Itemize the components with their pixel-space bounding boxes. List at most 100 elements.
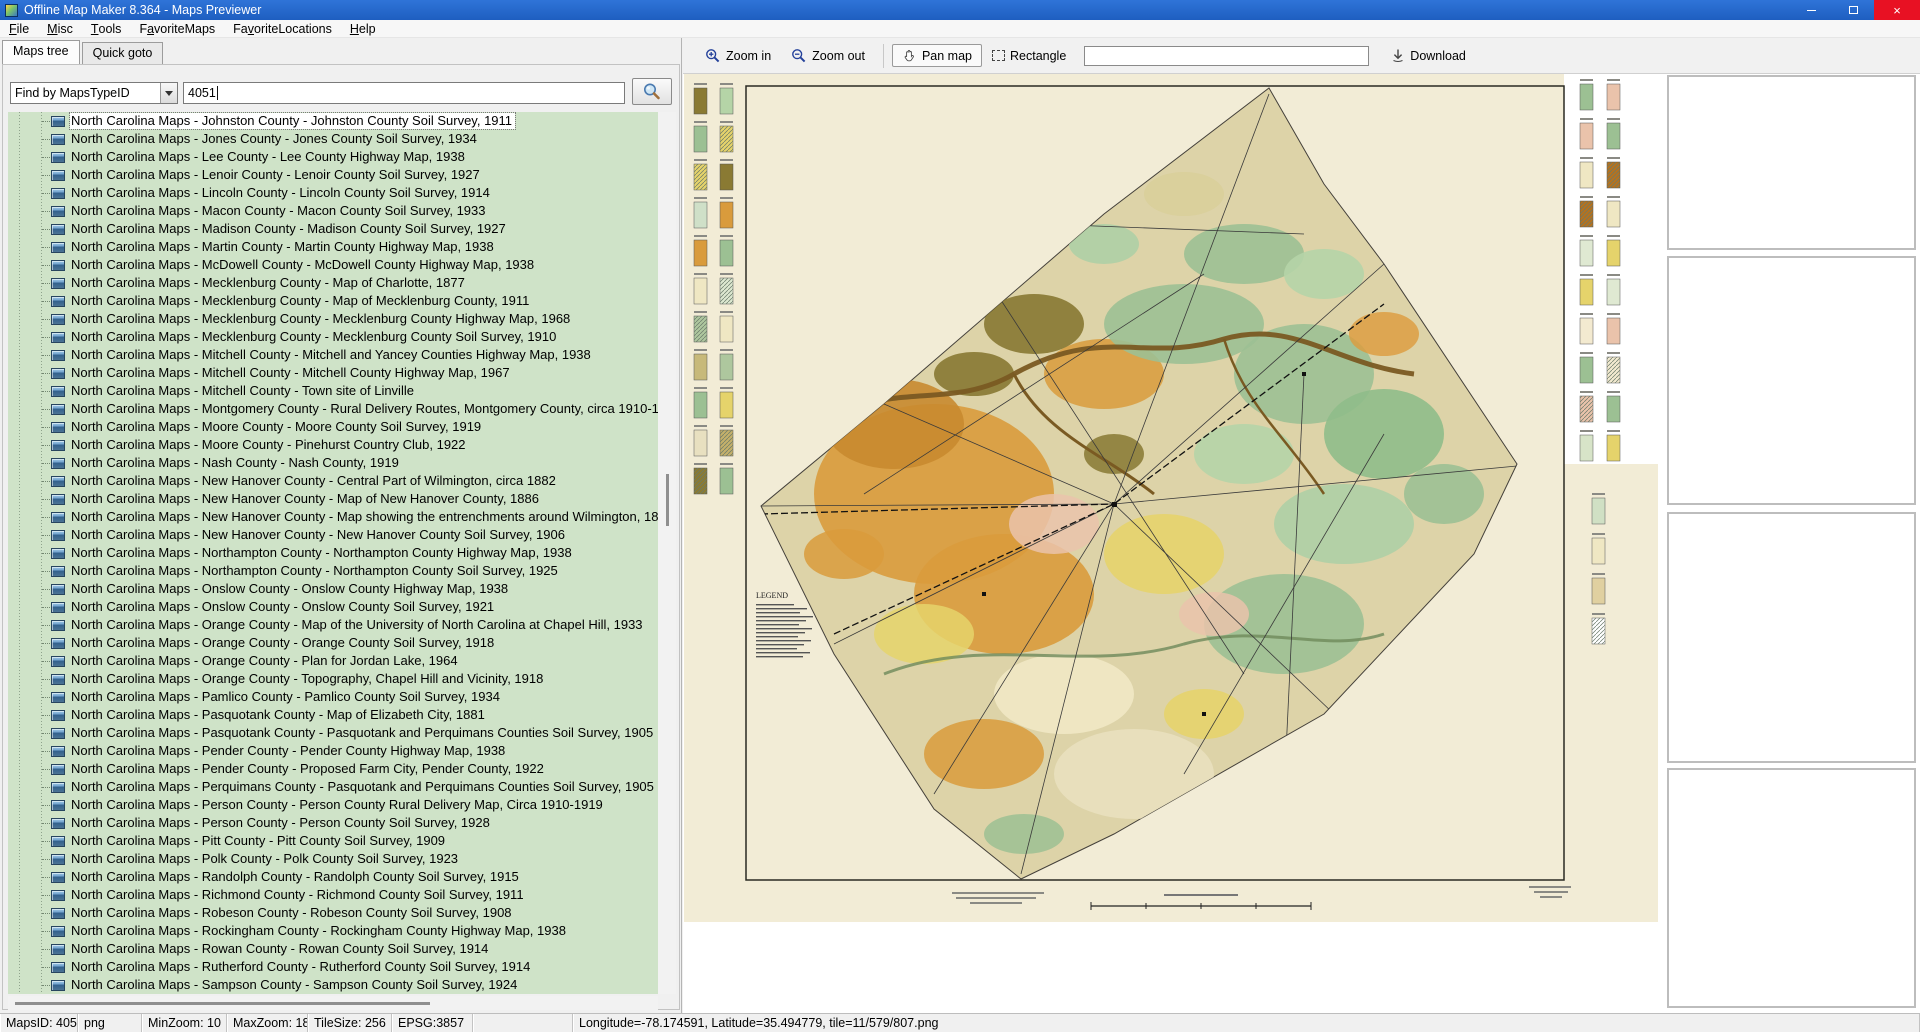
tree-item-label: North Carolina Maps - Mitchell County - … (70, 383, 417, 399)
toolbar-separator (883, 44, 884, 68)
search-input[interactable]: 4051 (183, 82, 625, 104)
tree-item[interactable]: North Carolina Maps - Moore County - Pin… (8, 436, 658, 454)
scrollbar-thumb[interactable] (666, 474, 669, 526)
pan-map-button[interactable]: Pan map (892, 44, 982, 67)
tree-item[interactable]: North Carolina Maps - Rutherford County … (8, 958, 658, 976)
menu-help[interactable]: Help (341, 20, 385, 38)
map-item-icon (51, 296, 65, 307)
tree-item[interactable]: North Carolina Maps - Mitchell County - … (8, 382, 658, 400)
tree-item[interactable]: North Carolina Maps - Pasquotank County … (8, 724, 658, 742)
map-item-icon (51, 908, 65, 919)
menu-favoritelocations[interactable]: FavoriteLocations (224, 20, 341, 38)
tree-item[interactable]: North Carolina Maps - Polk County - Polk… (8, 850, 658, 868)
close-button[interactable]: × (1874, 0, 1920, 20)
tree-item[interactable]: North Carolina Maps - Moore County - Moo… (8, 418, 658, 436)
tree-item-label: North Carolina Maps - Pasquotank County … (70, 725, 656, 741)
tree-item[interactable]: North Carolina Maps - Sampson County - S… (8, 976, 658, 994)
tree-item[interactable]: North Carolina Maps - Pamlico County - P… (8, 688, 658, 706)
maximize-button[interactable] (1832, 0, 1874, 20)
tree-item[interactable]: North Carolina Maps - Madison County - M… (8, 220, 658, 238)
rectangle-button[interactable]: Rectangle (982, 45, 1076, 67)
tree-item[interactable]: North Carolina Maps - Perquimans County … (8, 778, 658, 796)
dropdown-button[interactable] (160, 83, 177, 103)
zoom-out-button[interactable]: Zoom out (781, 44, 875, 68)
find-by-dropdown[interactable]: Find by MapsTypeID (10, 82, 178, 104)
menu-misc[interactable]: Misc (38, 20, 82, 38)
tree-item[interactable]: North Carolina Maps - Mecklenburg County… (8, 292, 658, 310)
tree-item[interactable]: North Carolina Maps - New Hanover County… (8, 526, 658, 544)
map-image[interactable]: LEGEND (684, 74, 1658, 922)
tree-item[interactable]: North Carolina Maps - Pitt County - Pitt… (8, 832, 658, 850)
menu-tools[interactable]: Tools (82, 20, 131, 38)
map-item-icon (51, 872, 65, 883)
tree-item[interactable]: North Carolina Maps - Johnston County - … (8, 112, 658, 130)
tree-item[interactable]: North Carolina Maps - Northampton County… (8, 544, 658, 562)
zoom-in-button[interactable]: Zoom in (695, 44, 781, 68)
tree-item[interactable]: North Carolina Maps - Montgomery County … (8, 400, 658, 418)
tab-strip: Maps tree Quick goto (2, 42, 165, 64)
tab-maps-tree[interactable]: Maps tree (2, 40, 80, 64)
minimize-button[interactable] (1790, 0, 1832, 20)
map-item-icon (51, 224, 65, 235)
tree-item[interactable]: North Carolina Maps - Northampton County… (8, 562, 658, 580)
tree-item[interactable]: North Carolina Maps - Rowan County - Row… (8, 940, 658, 958)
map-item-icon (51, 548, 65, 559)
tab-quick-goto[interactable]: Quick goto (82, 42, 164, 64)
map-item-icon (51, 530, 65, 541)
tree-item[interactable]: North Carolina Maps - Person County - Pe… (8, 796, 658, 814)
tree-item-label: North Carolina Maps - Macon County - Mac… (70, 203, 489, 219)
tree-item[interactable]: North Carolina Maps - Pender County - Pe… (8, 742, 658, 760)
tree-vertical-scrollbar[interactable] (658, 112, 676, 994)
tree-item[interactable]: North Carolina Maps - Person County - Pe… (8, 814, 658, 832)
tree-item[interactable]: North Carolina Maps - Onslow County - On… (8, 598, 658, 616)
tree-item[interactable]: North Carolina Maps - Lincoln County - L… (8, 184, 658, 202)
tree-item[interactable]: North Carolina Maps - Martin County - Ma… (8, 238, 658, 256)
map-item-icon (51, 134, 65, 145)
status-cell: Longitude=-78.174591, Latitude=35.494779… (573, 1014, 1920, 1032)
tree-item[interactable]: North Carolina Maps - McDowell County - … (8, 256, 658, 274)
tree-item[interactable]: North Carolina Maps - Mitchell County - … (8, 346, 658, 364)
tree-item[interactable]: North Carolina Maps - Orange County - Or… (8, 634, 658, 652)
tree-item[interactable]: North Carolina Maps - Randolph County - … (8, 868, 658, 886)
tree-item[interactable]: North Carolina Maps - Onslow County - On… (8, 580, 658, 598)
tree-item[interactable]: North Carolina Maps - Rockingham County … (8, 922, 658, 940)
tree-item[interactable]: North Carolina Maps - Macon County - Mac… (8, 202, 658, 220)
tree-item[interactable]: North Carolina Maps - Mecklenburg County… (8, 310, 658, 328)
tree-item[interactable]: North Carolina Maps - Pasquotank County … (8, 706, 658, 724)
scrollbar-thumb[interactable] (15, 1002, 430, 1005)
tree-item[interactable]: North Carolina Maps - New Hanover County… (8, 508, 658, 526)
tree-item[interactable]: North Carolina Maps - Lee County - Lee C… (8, 148, 658, 166)
map-item-icon (51, 674, 65, 685)
tree-item[interactable]: North Carolina Maps - New Hanover County… (8, 472, 658, 490)
search-icon (641, 81, 663, 103)
tree-item[interactable]: North Carolina Maps - Nash County - Nash… (8, 454, 658, 472)
tree-item[interactable]: North Carolina Maps - Mitchell County - … (8, 364, 658, 382)
coordinate-input[interactable] (1084, 46, 1369, 66)
menu-favoritemaps[interactable]: FavoriteMaps (130, 20, 224, 38)
download-button[interactable]: Download (1381, 44, 1476, 67)
tree-item-label: North Carolina Maps - Rockingham County … (70, 923, 569, 939)
menu-file[interactable]: File (0, 20, 38, 38)
tree-item[interactable]: North Carolina Maps - Pender County - Pr… (8, 760, 658, 778)
tree-item[interactable]: North Carolina Maps - Mecklenburg County… (8, 274, 658, 292)
map-viewport[interactable]: LEGEND (684, 74, 1658, 922)
tree-horizontal-scrollbar[interactable] (8, 996, 658, 1010)
maps-tree-list: North Carolina Maps - Johnston County - … (8, 112, 658, 994)
tree-item[interactable]: North Carolina Maps - Jones County - Jon… (8, 130, 658, 148)
tree-item-label: North Carolina Maps - Montgomery County … (70, 401, 658, 417)
tree-item[interactable]: North Carolina Maps - Lenoir County - Le… (8, 166, 658, 184)
map-item-icon (51, 638, 65, 649)
map-item-icon (51, 386, 65, 397)
preview-panel-2 (1667, 256, 1916, 505)
map-item-icon (51, 350, 65, 361)
tree-item[interactable]: North Carolina Maps - Mecklenburg County… (8, 328, 658, 346)
tree-item[interactable]: North Carolina Maps - Orange County - To… (8, 670, 658, 688)
tree-item[interactable]: North Carolina Maps - New Hanover County… (8, 490, 658, 508)
tree-item[interactable]: North Carolina Maps - Orange County - Ma… (8, 616, 658, 634)
tree-item-label: North Carolina Maps - Person County - Pe… (70, 797, 606, 813)
tree-item[interactable]: North Carolina Maps - Richmond County - … (8, 886, 658, 904)
tree-item[interactable]: North Carolina Maps - Robeson County - R… (8, 904, 658, 922)
search-button[interactable] (632, 78, 672, 105)
tree-item-label: North Carolina Maps - Madison County - M… (70, 221, 509, 237)
tree-item[interactable]: North Carolina Maps - Orange County - Pl… (8, 652, 658, 670)
